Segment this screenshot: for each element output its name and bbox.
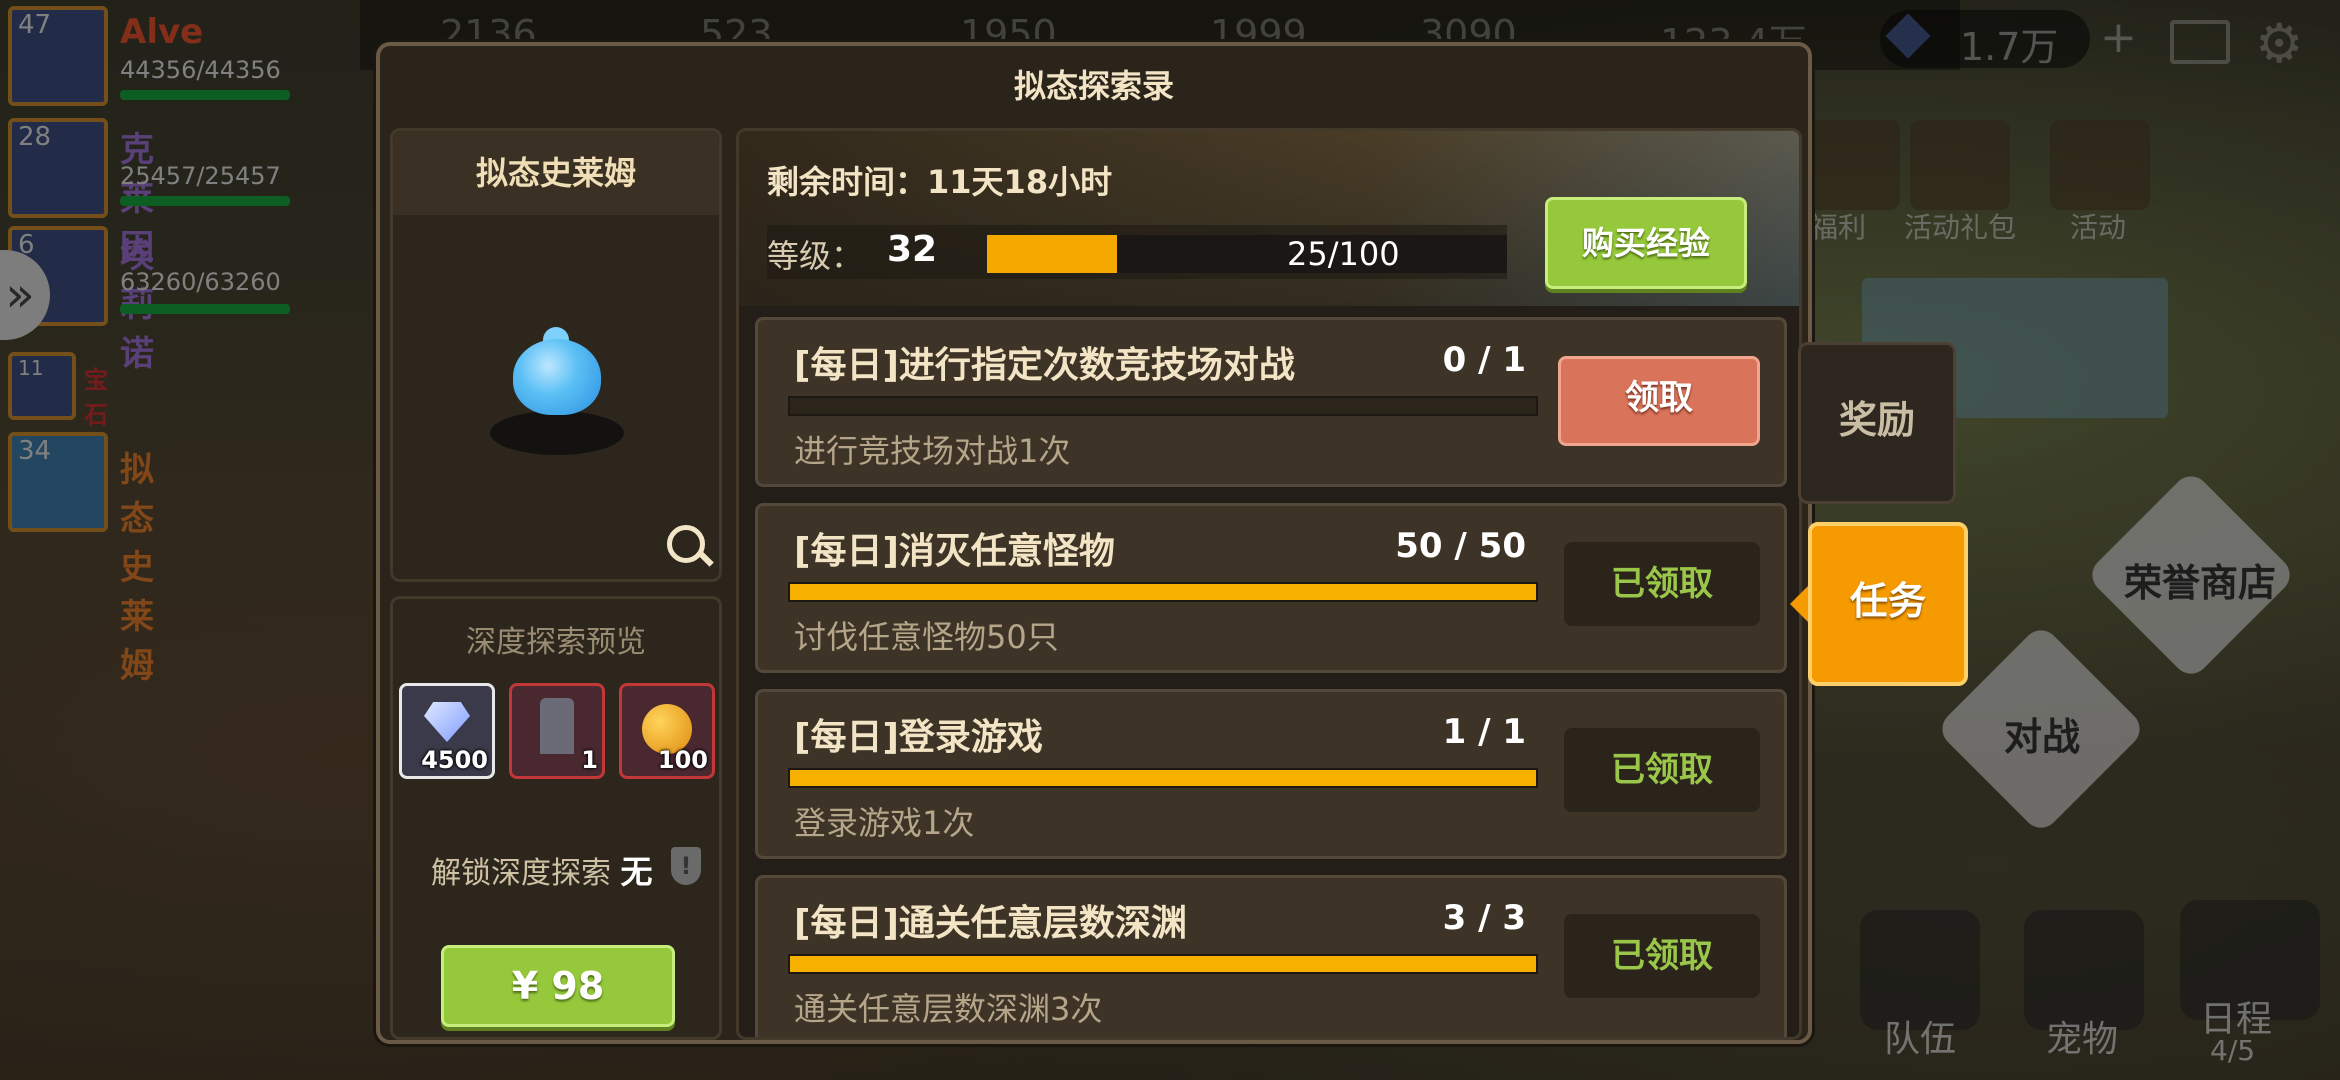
unlock-value: 无	[620, 853, 653, 891]
diamond-icon	[424, 702, 470, 742]
magnify-icon[interactable]	[667, 525, 705, 563]
active-tab-pointer	[1790, 586, 1808, 622]
preview-title: 深度探索预览	[466, 625, 646, 660]
task-title: [每日]通关任意层数深渊	[794, 903, 1187, 944]
task-item: [每日]进行指定次数竞技场对战 0 / 1 进行竞技场对战1次 领取	[755, 317, 1787, 487]
creature-panel: 拟态史莱姆	[390, 128, 722, 582]
exploration-dialog: 拟态探索录 拟态史莱姆 深度探索预览 4500 1 100 解锁深度探索 无 !…	[376, 42, 1812, 1044]
task-description: 通关任意层数深渊3次	[794, 990, 1103, 1028]
exp-bar: 25/100	[987, 235, 1507, 273]
buy-exp-button[interactable]: 购买经验	[1545, 197, 1747, 289]
claimed-label: 已领取	[1564, 728, 1760, 812]
deep-exploration-panel: 深度探索预览 4500 1 100 解锁深度探索 无 ! ¥ 98	[390, 596, 722, 1040]
task-title: [每日]进行指定次数竞技场对战	[794, 345, 1295, 386]
reward-slot[interactable]: 100	[619, 683, 715, 779]
task-item: [每日]通关任意层数深渊 3 / 3 通关任意层数深渊3次 已领取	[755, 875, 1787, 1037]
reward-slot[interactable]: 4500	[399, 683, 495, 779]
creature-name: 拟态史莱姆	[393, 131, 719, 215]
remaining-label: 剩余时间：	[767, 163, 928, 201]
task-progress-bar	[788, 768, 1538, 788]
task-progress-bar	[788, 954, 1538, 974]
reward-slot[interactable]: 1	[509, 683, 605, 779]
claimed-label: 已领取	[1564, 914, 1760, 998]
remaining-value: 11天18小时	[927, 163, 1113, 201]
exp-bar-fill	[987, 235, 1117, 273]
task-item: [每日]登录游戏 1 / 1 登录游戏1次 已领取	[755, 689, 1787, 859]
exp-text: 25/100	[1287, 235, 1400, 273]
task-description: 进行竞技场对战1次	[794, 432, 1071, 470]
task-progress-bar	[788, 396, 1538, 416]
dialog-title: 拟态探索录	[1013, 67, 1174, 105]
tab-rewards[interactable]: 奖励	[1798, 342, 1956, 504]
tab-tasks[interactable]: 任务	[1808, 522, 1968, 686]
level-value: 32	[887, 229, 938, 270]
task-progress: 0 / 1	[1442, 340, 1526, 380]
task-progress-bar	[788, 582, 1538, 602]
tower-icon	[540, 698, 574, 754]
task-progress: 50 / 50	[1395, 526, 1526, 566]
purchase-button[interactable]: ¥ 98	[441, 945, 675, 1027]
claimed-label: 已领取	[1564, 542, 1760, 626]
task-description: 登录游戏1次	[794, 804, 975, 842]
unlock-status: 解锁深度探索 无	[431, 847, 653, 893]
task-title: [每日]消灭任意怪物	[794, 531, 1115, 572]
reward-count: 100	[657, 746, 708, 774]
season-header: 剩余时间：11天18小时 等级： 32 25/100 购买经验	[739, 131, 1799, 306]
reward-count: 1	[581, 746, 598, 774]
task-progress: 1 / 1	[1442, 712, 1526, 752]
task-title: [每日]登录游戏	[794, 717, 1043, 758]
task-progress-fill	[790, 584, 1536, 600]
task-panel: 剩余时间：11天18小时 等级： 32 25/100 购买经验 [每日]进行指定…	[736, 128, 1802, 1040]
task-description: 讨伐任意怪物50只	[794, 618, 1059, 656]
claim-button[interactable]: 领取	[1558, 356, 1760, 446]
info-shield-icon[interactable]: !	[671, 847, 701, 885]
task-progress: 3 / 3	[1442, 898, 1526, 938]
reward-count: 4500	[421, 746, 488, 774]
creature-shadow	[490, 411, 624, 455]
task-item: [每日]消灭任意怪物 50 / 50 讨伐任意怪物50只 已领取	[755, 503, 1787, 673]
level-label: 等级：	[767, 237, 864, 275]
slime-icon	[513, 339, 601, 415]
unlock-label: 解锁深度探索	[431, 856, 611, 891]
task-progress-fill	[790, 956, 1536, 972]
remaining-time: 剩余时间：11天18小时	[767, 157, 1112, 203]
task-progress-fill	[790, 770, 1536, 786]
